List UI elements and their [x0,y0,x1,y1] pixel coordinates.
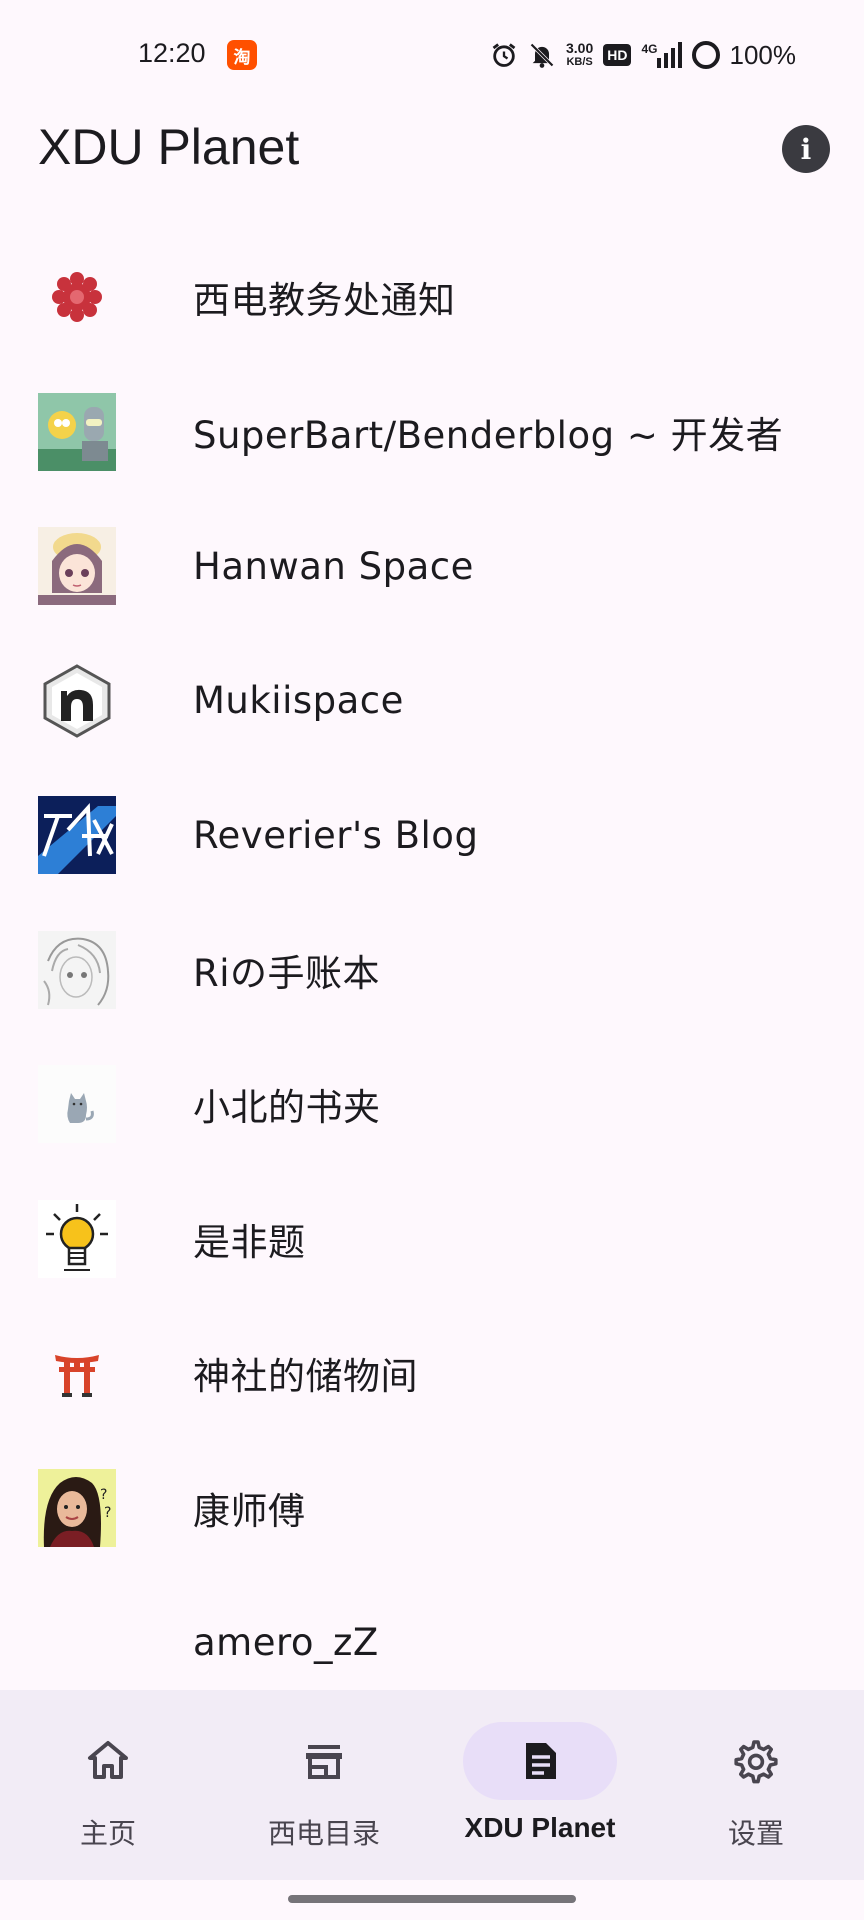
blank-avatar-icon [38,1603,116,1681]
nav-label: 西电目录 [267,1817,380,1850]
nav-item-settings[interactable]: 设置 [648,1690,864,1880]
feed-title: 西电教务处通知 [193,279,456,323]
nav-indicator [31,1722,185,1800]
lightbulb-avatar-icon [38,1199,116,1278]
taobao-notification-icon: 淘 [227,40,257,70]
list-item[interactable]: Mukiispace [0,634,864,769]
list-item[interactable]: Hanwan Space [0,499,864,634]
anime-girl-avatar-icon [38,527,116,606]
list-item[interactable]: SuperBart/Benderblog ~ 开发者 [0,365,864,500]
list-item[interactable]: 神社的储物间 [0,1306,864,1441]
status-icons: 3.00 KB/S HD 4G 100% [490,38,796,72]
nav-label: 主页 [79,1817,136,1850]
network-speed: 3.00 KB/S [566,41,593,69]
nav-item-home[interactable]: 主页 [0,1690,216,1880]
nav-indicator [463,1722,617,1800]
feed-title: 小北的书夹 [193,1086,381,1130]
hd-badge: HD [603,44,632,66]
svg-text:?: ? [100,1487,107,1503]
blue-signature-logo-icon [38,796,116,875]
child-photo-avatar-icon: ? ? [38,1468,116,1547]
alarm-icon [490,41,518,69]
feed-title: Riの手账本 [193,951,380,995]
list-item[interactable]: ? ? 康师傅 [0,1441,864,1576]
hexagon-n-logo-icon [38,662,116,740]
article-icon [526,1743,556,1779]
feed-title: Hanwan Space [193,544,474,588]
list-item[interactable]: Reverier's Blog [0,768,864,903]
gear-icon [734,1740,778,1784]
network-type: 4G [641,42,658,56]
nav-label: 设置 [727,1817,784,1850]
info-icon: i [800,132,812,166]
network-speed-value: 3.00 [566,40,594,56]
gesture-handle[interactable] [288,1895,576,1903]
cartoon-avatar-icon [38,392,116,471]
feed-title: Reverier's Blog [193,813,479,857]
storefront-icon [306,1745,342,1779]
list-item[interactable]: 西电教务处通知 [0,230,864,365]
status-time: 12:20 [138,38,206,68]
cat-avatar-icon [38,1065,116,1144]
status-bar: 12:20 淘 3.00 KB/S HD 4G 100% [0,0,864,110]
list-item[interactable]: 是非题 [0,1172,864,1307]
nav-item-xidian-directory[interactable]: 西电目录 [216,1690,432,1880]
feed-list: 西电教务处通知 SuperBart/Benderblog ~ 开发者 Hanwa… [0,230,864,1710]
torii-gate-icon [38,1334,116,1412]
svg-text:?: ? [104,1505,111,1521]
info-button[interactable]: i [782,125,830,173]
feed-title: 康师傅 [193,1489,306,1533]
bell-muted-icon [528,41,556,69]
bottom-navigation: 主页 西电目录 XDU Planet 设置 [0,1690,864,1880]
sketch-avatar-icon [38,930,116,1009]
nav-label: XDU Planet [464,1812,616,1843]
nav-item-xdu-planet[interactable]: XDU Planet [432,1690,648,1880]
feed-title: 是非题 [193,1220,306,1264]
feed-title: Mukiispace [193,679,404,723]
network-speed-unit: KB/S [566,56,593,68]
home-icon [88,1741,128,1779]
battery-percent: 100% [729,39,797,70]
feed-title: 神社的储物间 [193,1355,418,1399]
feed-title: amero_zZ [193,1620,379,1664]
signal-icon: 4G [641,42,682,68]
nav-indicator [247,1722,401,1800]
list-item[interactable]: Riの手账本 [0,903,864,1038]
feed-title: SuperBart/Benderblog ~ 开发者 [193,413,784,457]
red-flower-logo-icon [38,258,116,336]
nav-indicator [679,1722,833,1800]
app-bar: XDU Planet i [0,110,864,230]
list-item[interactable]: 小北的书夹 [0,1037,864,1172]
page-title: XDU Planet [38,119,300,175]
battery-icon [691,41,720,69]
